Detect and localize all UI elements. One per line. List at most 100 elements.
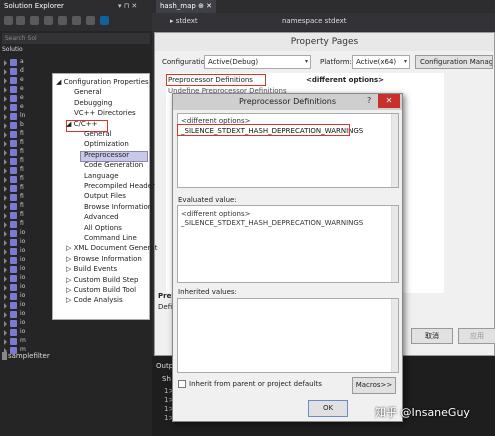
tree-node[interactable]: ▷ Code Analysis [66,296,123,304]
collapse-all-icon[interactable] [72,16,81,25]
ok-button[interactable]: OK [308,400,348,417]
scrollbar[interactable] [391,206,398,282]
expand-arrow-icon[interactable] [4,276,7,282]
forward-icon[interactable] [16,16,25,25]
tree-node[interactable]: ▷ Build Events [66,265,117,273]
expand-arrow-icon[interactable] [4,285,7,291]
tab-hash-map[interactable]: hash_map ⊕ ✕ [156,0,217,13]
expand-arrow-icon[interactable] [4,294,7,300]
expand-arrow-icon[interactable] [4,69,7,75]
inherit-checkbox[interactable] [178,380,186,388]
expand-arrow-icon[interactable] [4,249,7,255]
configuration-manager-button[interactable]: Configuration Manager... [415,55,493,69]
tree-node[interactable]: General [74,88,102,96]
expand-arrow-icon[interactable] [4,105,7,111]
expand-arrow-icon[interactable] [4,204,7,210]
solution-search-input[interactable]: Search Sol [2,33,150,44]
tree-node[interactable]: ▷ Custom Build Step [66,276,138,284]
scope-dropdown[interactable]: ▸ stdext [170,17,198,25]
expand-arrow-icon[interactable] [4,222,7,228]
scrollbar[interactable] [391,114,398,187]
project-icon [10,113,17,120]
expand-arrow-icon[interactable] [4,87,7,93]
tree-node[interactable]: All Options [84,224,122,232]
configuration-select[interactable]: Active(Debug) ▾ [204,55,311,69]
tree-node[interactable]: VC++ Directories [74,109,136,117]
back-icon[interactable] [4,16,13,25]
solution-item-label: fi [20,193,24,200]
expand-arrow-icon[interactable] [4,78,7,84]
tree-node[interactable]: Advanced [84,213,119,221]
home-icon[interactable] [30,16,39,25]
tree-node[interactable]: Command Line [84,234,137,242]
expand-arrow-icon[interactable] [4,150,7,156]
chevron-down-icon: ▾ [304,58,308,65]
expand-arrow-icon[interactable] [4,132,7,138]
project-icon [10,131,17,138]
tree-node[interactable]: Code Generation [84,161,143,169]
expand-arrow-icon[interactable] [4,141,7,147]
member-dropdown[interactable]: namespace stdext [282,17,347,25]
project-icon [10,248,17,255]
tree-node[interactable]: Optimization [84,140,129,148]
tree-node[interactable]: Debugging [74,99,112,107]
property-value[interactable]: <different options> [306,76,384,84]
platform-select[interactable]: Active(x64) ▾ [352,55,410,69]
expand-arrow-icon[interactable] [4,159,7,165]
tree-node[interactable]: General [84,130,112,138]
configuration-value: Active(Debug) [208,58,259,66]
property-pages-title: Property Pages [155,33,494,51]
expand-arrow-icon[interactable] [4,114,7,120]
project-icon [10,167,17,174]
definition-highlight-box [177,124,350,136]
solution-item-samplefilter[interactable]: samplefilter [8,352,50,360]
expand-arrow-icon[interactable] [4,168,7,174]
tree-node[interactable]: ▷ Custom Build Tool [66,286,136,294]
tree-node[interactable]: Browse Information [84,203,152,211]
tree-node[interactable]: ▷ Browse Information [66,255,142,263]
expand-arrow-icon[interactable] [4,231,7,237]
project-icon [10,284,17,291]
project-icon [10,203,17,210]
preview-icon[interactable] [100,16,109,25]
tree-node[interactable]: Output Files [84,192,126,200]
expand-arrow-icon[interactable] [4,258,7,264]
expand-arrow-icon[interactable] [4,267,7,273]
expand-arrow-icon[interactable] [4,213,7,219]
platform-label: Platform: [320,58,352,66]
expand-arrow-icon[interactable] [4,312,7,318]
expand-arrow-icon[interactable] [4,123,7,129]
sync-icon[interactable] [44,16,53,25]
expand-arrow-icon[interactable] [4,303,7,309]
macros-button[interactable]: Macros>> [352,377,396,394]
project-icon [10,149,17,156]
help-icon[interactable]: ? [367,96,371,105]
cancel-button[interactable]: 取消 [411,328,453,344]
solution-item-label: e [20,94,24,101]
settings-icon[interactable] [86,16,95,25]
solution-item-label: io [20,265,26,272]
expand-arrow-icon[interactable] [4,96,7,102]
tree-node[interactable]: ◢ Configuration Properties [56,78,149,86]
solution-node[interactable]: Solutio [2,46,23,53]
expand-arrow-icon[interactable] [4,186,7,192]
expand-arrow-icon[interactable] [4,339,7,345]
tree-node[interactable]: Language [84,172,119,180]
tree-node[interactable]: Precompiled Header [84,182,155,190]
tree-node[interactable]: Preprocessor [84,151,129,159]
expand-arrow-icon[interactable] [4,330,7,336]
solution-item-label: io [20,238,26,245]
solution-item-label: fi [20,130,24,137]
expand-arrow-icon[interactable] [4,321,7,327]
tree-node[interactable]: ◢ C/C++ [66,120,97,128]
expand-arrow-icon[interactable] [4,195,7,201]
pin-controls[interactable]: ▾ ⊓ ✕ [118,0,137,13]
tree-node[interactable]: ▷ XML Document Generat [66,244,157,252]
expand-arrow-icon[interactable] [4,177,7,183]
scrollbar[interactable] [391,299,398,372]
expand-arrow-icon[interactable] [4,60,7,66]
expand-arrow-icon[interactable] [4,240,7,246]
close-icon[interactable]: ✕ [378,94,400,108]
refresh-icon[interactable] [58,16,67,25]
apply-button[interactable]: 应用 [458,328,495,344]
